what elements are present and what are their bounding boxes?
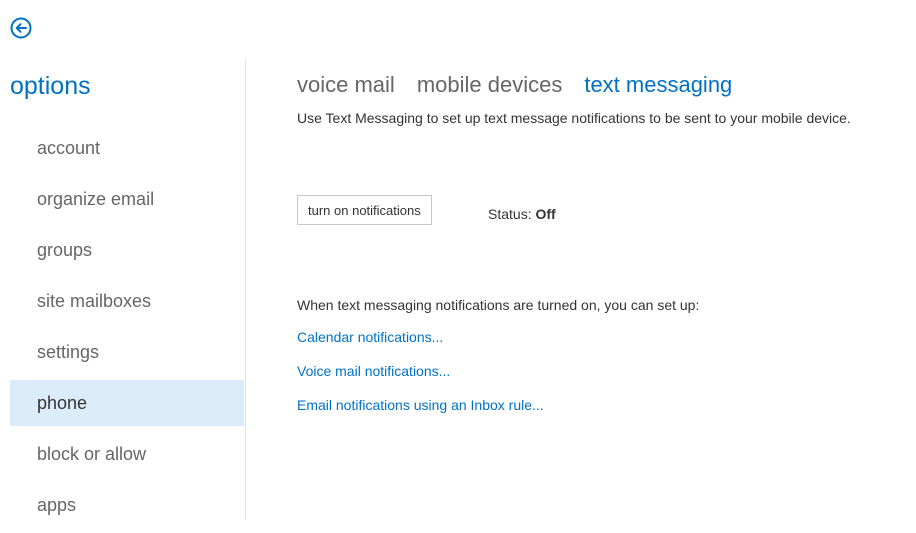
main-panel: voice mail mobile devices text messaging…: [297, 72, 916, 413]
email-notifications-inbox-rule-link[interactable]: Email notifications using an Inbox rule.…: [297, 397, 544, 413]
calendar-notifications-link[interactable]: Calendar notifications...: [297, 329, 443, 345]
back-arrow-icon: [10, 17, 32, 39]
sidebar-item-apps[interactable]: apps: [10, 482, 244, 528]
sidebar-item-groups[interactable]: groups: [10, 227, 244, 273]
sidebar-item-phone[interactable]: phone: [10, 380, 244, 426]
options-sidebar: options account organize email groups si…: [0, 58, 246, 520]
tab-text-messaging[interactable]: text messaging: [584, 72, 732, 98]
status-value: Off: [535, 206, 556, 222]
options-title: options: [10, 72, 91, 100]
options-nav: account organize email groups site mailb…: [10, 125, 244, 533]
sidebar-item-settings[interactable]: settings: [10, 329, 244, 375]
sidebar-item-block-or-allow[interactable]: block or allow: [10, 431, 244, 477]
back-button[interactable]: [10, 17, 32, 39]
sidebar-item-site-mailboxes[interactable]: site mailboxes: [10, 278, 244, 324]
sidebar-item-account[interactable]: account: [10, 125, 244, 171]
turn-on-notifications-button[interactable]: turn on notifications: [297, 195, 432, 225]
phone-tabs: voice mail mobile devices text messaging: [297, 72, 916, 98]
tab-voice-mail[interactable]: voice mail: [297, 72, 395, 98]
status-text: Status: Off: [488, 206, 556, 222]
sidebar-item-organize-email[interactable]: organize email: [10, 176, 244, 222]
status-label: Status:: [488, 206, 532, 222]
notifications-info-text: When text messaging notifications are tu…: [297, 297, 700, 313]
voice-mail-notifications-link[interactable]: Voice mail notifications...: [297, 363, 450, 379]
tab-mobile-devices[interactable]: mobile devices: [417, 72, 563, 98]
intro-text: Use Text Messaging to set up text messag…: [297, 110, 851, 126]
